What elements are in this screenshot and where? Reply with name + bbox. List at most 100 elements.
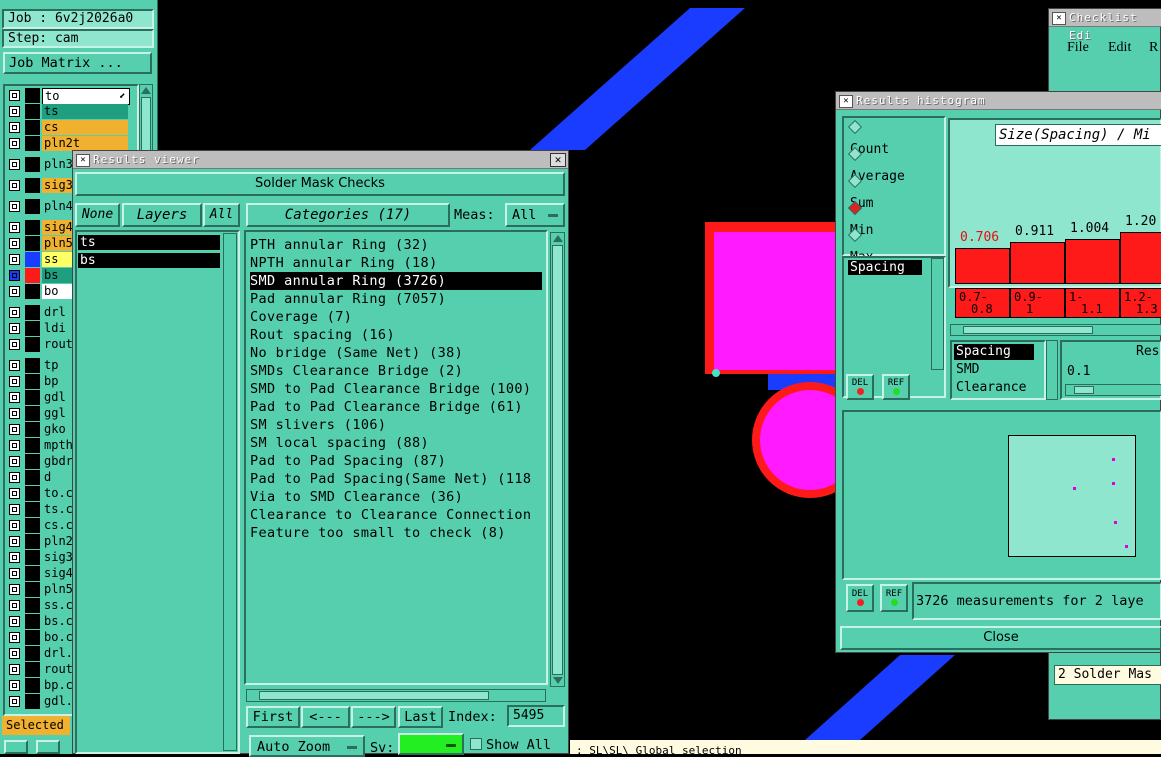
last-button[interactable]: Last: [398, 706, 443, 728]
layer-color-swatch[interactable]: [25, 694, 40, 709]
layer-color-swatch[interactable]: [25, 422, 40, 437]
layer-checkbox[interactable]: [9, 222, 20, 233]
category-item[interactable]: Pad to Pad Clearance Bridge (61): [250, 398, 523, 416]
layer-checkbox[interactable]: [9, 323, 20, 334]
category-item[interactable]: Clearance to Clearance Connection: [250, 506, 531, 524]
category-item[interactable]: Pad annular Ring (7057): [250, 290, 446, 308]
layer-checkbox[interactable]: [9, 536, 20, 547]
layer-checkbox[interactable]: [9, 648, 20, 659]
option-average[interactable]: Average: [847, 146, 905, 184]
layer-color-swatch[interactable]: [25, 199, 40, 214]
layer-checkbox[interactable]: [9, 180, 20, 191]
layer-color-swatch[interactable]: [25, 120, 40, 135]
layer-color-swatch[interactable]: [25, 486, 40, 501]
layer-checkbox[interactable]: [9, 680, 20, 691]
category-item[interactable]: Feature too small to check (8): [250, 524, 506, 542]
spacing-list-item[interactable]: SMD: [954, 362, 979, 378]
layer-color-swatch[interactable]: [25, 582, 40, 597]
layer-checkbox[interactable]: [9, 408, 20, 419]
layer-color-swatch[interactable]: [25, 136, 40, 151]
layer-checkbox[interactable]: [9, 472, 20, 483]
layer-checkbox[interactable]: [9, 106, 20, 117]
layer-color-swatch[interactable]: [25, 104, 40, 119]
histogram-list-scrollbar[interactable]: [931, 258, 944, 370]
option-max[interactable]: Max: [847, 227, 873, 265]
del-button[interactable]: DEL: [846, 584, 874, 612]
option-min[interactable]: Min: [847, 200, 873, 238]
histogram-bar[interactable]: [955, 248, 1010, 284]
layer-checkbox[interactable]: [9, 376, 20, 387]
layer-color-swatch[interactable]: [25, 678, 40, 693]
layer-color-swatch[interactable]: [25, 305, 40, 320]
layer-color-swatch[interactable]: [25, 518, 40, 533]
categories-hscrollbar[interactable]: [246, 689, 546, 702]
category-item[interactable]: NPTH annular Ring (18): [250, 254, 438, 272]
layer-checkbox[interactable]: [9, 616, 20, 627]
ref-button[interactable]: REF: [880, 584, 908, 612]
category-item[interactable]: Pad to Pad Spacing(Same Net) (118: [250, 470, 531, 488]
del-button-top[interactable]: DEL: [846, 374, 874, 400]
layer-row[interactable]: to ⬋: [6, 88, 130, 105]
category-item[interactable]: SMDs Clearance Bridge (2): [250, 362, 463, 380]
layer-checkbox[interactable]: [9, 696, 20, 707]
layer-color-swatch[interactable]: [25, 220, 40, 235]
category-item[interactable]: PTH annular Ring (32): [250, 236, 429, 254]
category-item[interactable]: No bridge (Same Net) (38): [250, 344, 463, 362]
categories-scrollbar[interactable]: [550, 232, 565, 687]
window-menu-icon[interactable]: ✕: [1052, 12, 1066, 25]
layer-color-swatch[interactable]: [25, 598, 40, 613]
layer-color-swatch[interactable]: [25, 88, 40, 103]
layers-scrollbar[interactable]: [223, 233, 237, 751]
histogram-hscrollbar[interactable]: [950, 324, 1161, 336]
results-layer-ts[interactable]: ts: [78, 235, 220, 250]
layer-row[interactable]: cs: [6, 120, 128, 135]
res-slider[interactable]: [1065, 384, 1161, 396]
layer-checkbox[interactable]: [9, 552, 20, 563]
window-menu-icon[interactable]: ✕: [839, 95, 853, 108]
layer-color-swatch[interactable]: [25, 406, 40, 421]
layer-color-swatch[interactable]: [25, 438, 40, 453]
layer-color-swatch[interactable]: [25, 550, 40, 565]
layer-checkbox[interactable]: [9, 504, 20, 515]
layer-checkbox[interactable]: [9, 488, 20, 499]
layer-checkbox[interactable]: [9, 520, 20, 531]
close-button[interactable]: Close: [840, 626, 1161, 650]
next-button[interactable]: --->: [351, 706, 396, 728]
close-icon[interactable]: ✕: [550, 153, 566, 167]
layer-checkbox[interactable]: [9, 307, 20, 318]
first-button[interactable]: First: [246, 706, 300, 728]
layer-color-swatch[interactable]: [25, 374, 40, 389]
spacing-list-scrollbar[interactable]: [1046, 340, 1058, 400]
option-sum[interactable]: Sum: [847, 173, 873, 211]
layer-color-swatch[interactable]: [25, 630, 40, 645]
layer-color-swatch[interactable]: [25, 268, 40, 283]
category-item[interactable]: Via to SMD Clearance (36): [250, 488, 463, 506]
layer-checkbox[interactable]: [9, 584, 20, 595]
layer-color-swatch[interactable]: [25, 502, 40, 517]
category-item[interactable]: Rout spacing (16): [250, 326, 395, 344]
layer-row[interactable]: ts: [6, 104, 128, 119]
category-item[interactable]: Coverage (7): [250, 308, 352, 326]
ref-button-top[interactable]: REF: [882, 374, 910, 400]
layer-checkbox[interactable]: [9, 664, 20, 675]
show-all-checkbox[interactable]: [470, 738, 482, 750]
layer-checkbox[interactable]: [9, 90, 20, 101]
none-button[interactable]: None: [75, 203, 120, 227]
results-layer-bs[interactable]: bs: [78, 253, 220, 268]
layer-checkbox[interactable]: [9, 360, 20, 371]
layer-color-swatch[interactable]: [25, 358, 40, 373]
layer-checkbox[interactable]: [9, 632, 20, 643]
prev-button[interactable]: <---: [301, 706, 350, 728]
layer-checkbox[interactable]: [9, 159, 20, 170]
bottom-icon-button-1[interactable]: [4, 740, 28, 754]
option-count[interactable]: Count: [847, 119, 889, 157]
index-input[interactable]: 5495: [507, 705, 565, 727]
histogram-bar[interactable]: [1065, 239, 1120, 284]
bottom-icon-button-2[interactable]: [36, 740, 60, 754]
category-item[interactable]: SMD to Pad Clearance Bridge (100): [250, 380, 531, 398]
layer-checkbox[interactable]: [9, 238, 20, 249]
layer-row[interactable]: pln2t: [6, 136, 128, 151]
layer-color-swatch[interactable]: [25, 454, 40, 469]
layer-checkbox[interactable]: [9, 339, 20, 350]
layer-color-swatch[interactable]: [25, 662, 40, 677]
